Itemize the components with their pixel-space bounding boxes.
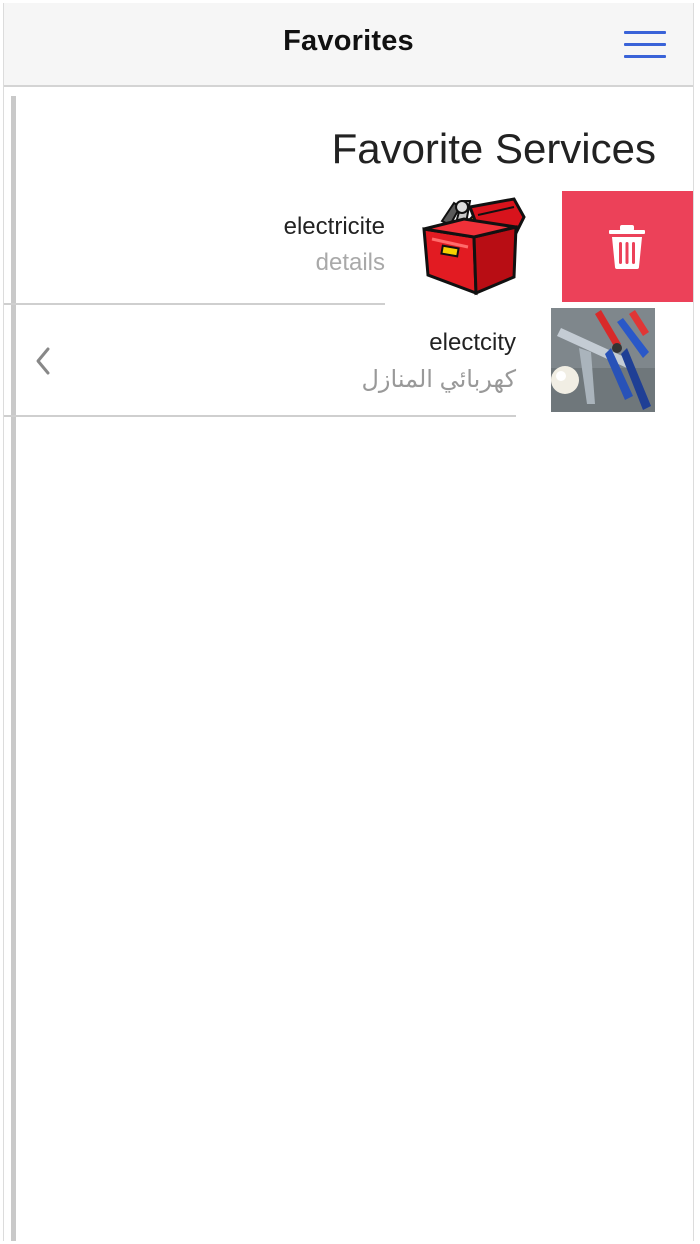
item-detail: كهربائي المنازل <box>361 366 516 393</box>
item-name: electcity <box>429 329 516 356</box>
toolbox-image <box>416 193 528 301</box>
hamburger-menu-icon[interactable] <box>616 25 668 65</box>
item-detail: details <box>315 249 385 276</box>
favorites-content: Favorite Services electricite details el… <box>4 87 693 1241</box>
electrician-tools-photo <box>551 308 655 412</box>
item-name: electricite <box>283 213 385 240</box>
trash-icon <box>609 225 645 269</box>
delete-button[interactable] <box>562 191 693 302</box>
app-frame: Favorites Favorite Services electricite … <box>3 3 694 1241</box>
row-divider <box>4 415 516 417</box>
top-bar: Favorites <box>4 3 693 87</box>
section-title: Favorite Services <box>331 125 656 172</box>
favorite-item[interactable]: electcity كهربائي المنازل <box>4 305 693 417</box>
chevron-left-icon[interactable] <box>30 343 58 379</box>
page-title: Favorites <box>283 25 414 57</box>
